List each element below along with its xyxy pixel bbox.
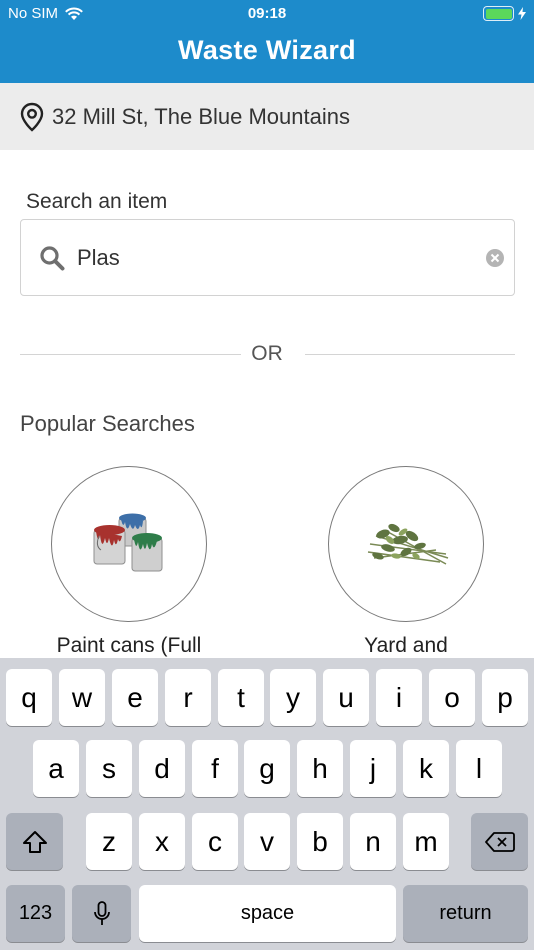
delete-key[interactable] [471, 813, 528, 870]
dictation-key[interactable] [72, 885, 131, 942]
key-o[interactable]: o [429, 669, 475, 726]
key-n[interactable]: n [350, 813, 396, 870]
popular-item-yard-waste[interactable]: Yard and [276, 466, 534, 658]
paint-cans-image [51, 466, 207, 622]
search-field[interactable] [20, 219, 515, 296]
key-h[interactable]: h [297, 740, 343, 797]
numbers-key[interactable]: 123 [6, 885, 65, 942]
key-d[interactable]: d [139, 740, 185, 797]
key-t[interactable]: t [218, 669, 264, 726]
key-z[interactable]: z [86, 813, 132, 870]
divider-line-right [305, 354, 515, 355]
key-j[interactable]: j [350, 740, 396, 797]
key-l[interactable]: l [456, 740, 502, 797]
backspace-icon [484, 831, 515, 852]
microphone-icon [93, 900, 110, 925]
key-g[interactable]: g [244, 740, 290, 797]
key-v[interactable]: v [244, 813, 290, 870]
popular-item-label: Yard and [364, 634, 448, 657]
key-c[interactable]: c [192, 813, 238, 870]
popular-searches-heading: Popular Searches [20, 411, 195, 436]
status-bar: No SIM 09:18 [0, 0, 534, 28]
keyboard: q w e r t y u i o p a s d f g h j k l z … [0, 658, 534, 950]
popular-item-paint-cans[interactable]: Paint cans (Full [0, 466, 259, 658]
key-s[interactable]: s [86, 740, 132, 797]
address-text: 32 Mill St, The Blue Mountains [52, 103, 350, 129]
popular-item-label: Paint cans (Full [56, 634, 202, 657]
app-header: No SIM 09:18 Waste Wizard [0, 0, 534, 83]
key-p[interactable]: p [482, 669, 528, 726]
address-bar[interactable]: 32 Mill St, The Blue Mountains [0, 83, 534, 150]
clear-icon[interactable] [486, 249, 504, 267]
search-label: Search an item [26, 190, 168, 213]
key-r[interactable]: r [165, 669, 211, 726]
key-w[interactable]: w [59, 669, 105, 726]
key-a[interactable]: a [33, 740, 79, 797]
charging-bolt-icon [518, 7, 526, 20]
shift-icon [22, 830, 47, 853]
shift-key[interactable] [6, 813, 63, 870]
return-key[interactable]: return [403, 885, 528, 942]
search-input[interactable] [77, 244, 457, 271]
key-e[interactable]: e [112, 669, 158, 726]
battery-icon [483, 6, 526, 21]
key-q[interactable]: q [6, 669, 52, 726]
key-x[interactable]: x [139, 813, 185, 870]
status-time: 09:18 [247, 5, 287, 22]
page-title: Waste Wizard [178, 35, 356, 65]
space-key[interactable]: space [139, 885, 396, 942]
location-pin-icon [20, 102, 44, 132]
key-k[interactable]: k [403, 740, 449, 797]
search-icon [40, 245, 65, 270]
yard-waste-image [328, 466, 484, 622]
key-i[interactable]: i [376, 669, 422, 726]
key-b[interactable]: b [297, 813, 343, 870]
key-u[interactable]: u [323, 669, 369, 726]
key-f[interactable]: f [192, 740, 238, 797]
key-y[interactable]: y [270, 669, 316, 726]
key-m[interactable]: m [403, 813, 449, 870]
